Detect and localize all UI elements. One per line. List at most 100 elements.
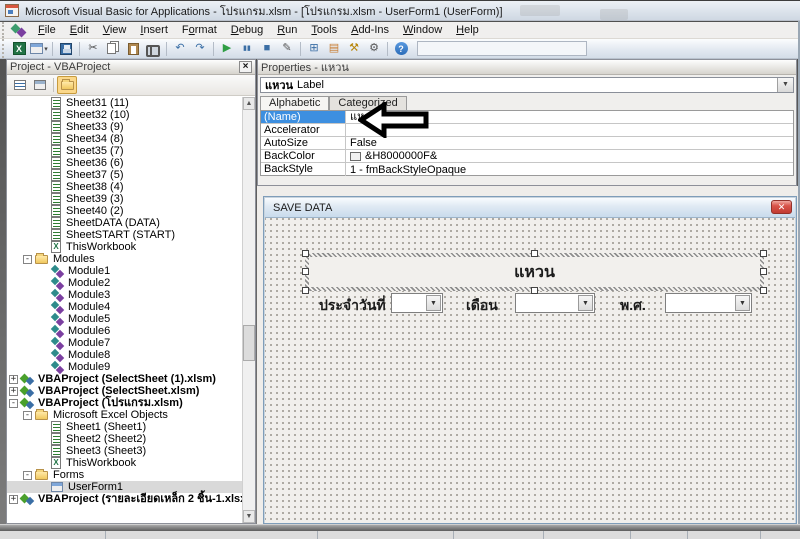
resize-handle[interactable] bbox=[302, 250, 309, 257]
expand-icon[interactable]: + bbox=[9, 387, 18, 396]
tree-item-module1[interactable]: Module1 bbox=[7, 265, 242, 277]
property-value[interactable]: &H8000000F& bbox=[346, 150, 793, 162]
project-explorer-button[interactable]: ⊞ bbox=[304, 40, 324, 58]
tree-item-sheet40-2-[interactable]: Sheet40 (2) bbox=[7, 205, 242, 217]
property-row-accelerator[interactable]: Accelerator bbox=[261, 124, 793, 137]
menu-item-edit[interactable]: Edit bbox=[63, 22, 96, 38]
userform-window-icon[interactable] bbox=[11, 24, 25, 36]
resize-handle[interactable] bbox=[531, 250, 538, 257]
property-row-name[interactable]: (Name)แหวน bbox=[261, 111, 793, 124]
menu-item-view[interactable]: View bbox=[96, 22, 134, 38]
insert-userform-button[interactable]: ▾ bbox=[29, 40, 49, 58]
menu-item-run[interactable]: Run bbox=[270, 22, 304, 38]
object-selector-dropdown[interactable]: แหวน Label ▼ bbox=[260, 77, 794, 93]
tree-item-vbaproject-2-1-xlsx-[interactable]: +VBAProject (รายละเอียดเหล็ก 2 ชิ้น-1.xl… bbox=[7, 493, 242, 505]
tree-item-userform1[interactable]: UserForm1 bbox=[7, 481, 242, 493]
project-tree-scrollbar[interactable]: ▲ ▼ bbox=[242, 97, 255, 523]
userform-canvas[interactable]: แหวน ประจำวันที่ ▼ เดือน ▼ พ.ศ. ▼ bbox=[265, 218, 795, 523]
toolbox-button[interactable]: ⚒ bbox=[344, 40, 364, 58]
userform-close-icon[interactable]: ✕ bbox=[771, 200, 792, 214]
tree-item-vbaproject-xlsm-[interactable]: -VBAProject (โปรแกรม.xlsm) bbox=[7, 397, 242, 409]
month-combobox[interactable]: ▼ bbox=[515, 293, 595, 313]
tree-item-thisworkbook[interactable]: XThisWorkbook bbox=[7, 457, 242, 469]
tree-item-module6[interactable]: Module6 bbox=[7, 325, 242, 337]
properties-window-button[interactable]: ▤ bbox=[324, 40, 344, 58]
scrollbar-thumb[interactable] bbox=[243, 325, 255, 361]
close-icon[interactable]: × bbox=[239, 61, 252, 73]
property-row-autosize[interactable]: AutoSizeFalse bbox=[261, 137, 793, 150]
tree-item-module2[interactable]: Module2 bbox=[7, 277, 242, 289]
property-row-backstyle[interactable]: BackStyle1 - fmBackStyleOpaque bbox=[261, 163, 793, 176]
tree-item-modules[interactable]: -Modules bbox=[7, 253, 242, 265]
find-button[interactable] bbox=[143, 40, 163, 58]
cut-button[interactable]: ✂ bbox=[83, 40, 103, 58]
paste-button[interactable] bbox=[123, 40, 143, 58]
expand-icon[interactable]: + bbox=[9, 495, 18, 504]
copy-button[interactable] bbox=[103, 40, 123, 58]
tree-item-forms[interactable]: -Forms bbox=[7, 469, 242, 481]
day-combobox[interactable]: ▼ bbox=[391, 293, 443, 313]
undo-button[interactable]: ↶ bbox=[170, 40, 190, 58]
tree-item-module8[interactable]: Module8 bbox=[7, 349, 242, 361]
tree-item-sheet34-8-[interactable]: Sheet34 (8) bbox=[7, 133, 242, 145]
resize-handle[interactable] bbox=[760, 268, 767, 275]
reset-button[interactable]: ■ bbox=[257, 40, 277, 58]
property-value[interactable]: 1 - fmBackStyleOpaque bbox=[346, 163, 793, 176]
redo-button[interactable]: ↷ bbox=[190, 40, 210, 58]
menu-item-window[interactable]: Window bbox=[396, 22, 449, 38]
tree-item-sheet38-4-[interactable]: Sheet38 (4) bbox=[7, 181, 242, 193]
help-button[interactable]: ? bbox=[391, 40, 411, 58]
tree-item-sheetstart-start-[interactable]: SheetSTART (START) bbox=[7, 229, 242, 241]
tree-item-module7[interactable]: Module7 bbox=[7, 337, 242, 349]
save-button[interactable] bbox=[56, 40, 76, 58]
tree-item-sheet39-3-[interactable]: Sheet39 (3) bbox=[7, 193, 242, 205]
year-combobox[interactable]: ▼ bbox=[665, 293, 752, 313]
tree-item-sheet33-9-[interactable]: Sheet33 (9) bbox=[7, 121, 242, 133]
tree-item-sheet1-sheet1-[interactable]: Sheet1 (Sheet1) bbox=[7, 421, 242, 433]
tree-item-module3[interactable]: Module3 bbox=[7, 289, 242, 301]
object-browser-button[interactable]: ⚙ bbox=[364, 40, 384, 58]
tree-item-module9[interactable]: Module9 bbox=[7, 361, 242, 373]
menubar-grip[interactable] bbox=[2, 22, 7, 38]
chevron-down-icon[interactable]: ▼ bbox=[735, 295, 750, 311]
resize-handle[interactable] bbox=[760, 250, 767, 257]
view-object-button[interactable] bbox=[30, 76, 50, 94]
resize-handle[interactable] bbox=[531, 287, 538, 294]
tree-item-sheet35-7-[interactable]: Sheet35 (7) bbox=[7, 145, 242, 157]
resize-handle[interactable] bbox=[302, 268, 309, 275]
scroll-down-icon[interactable]: ▼ bbox=[243, 510, 255, 523]
design-mode-button[interactable]: ✎ bbox=[277, 40, 297, 58]
chevron-down-icon[interactable]: ▼ bbox=[578, 295, 593, 311]
chevron-down-icon[interactable]: ▼ bbox=[426, 295, 441, 311]
property-value[interactable]: False bbox=[346, 137, 793, 149]
break-button[interactable]: ▮▮ bbox=[237, 40, 257, 58]
tree-item-vbaproject-selectsheet-xlsm-[interactable]: +VBAProject (SelectSheet.xlsm) bbox=[7, 385, 242, 397]
resize-handle[interactable] bbox=[302, 287, 309, 294]
menu-item-insert[interactable]: Insert bbox=[133, 22, 175, 38]
scroll-up-icon[interactable]: ▲ bbox=[243, 97, 255, 110]
toolbar-grip[interactable] bbox=[2, 39, 7, 58]
tree-item-sheet37-5-[interactable]: Sheet37 (5) bbox=[7, 169, 242, 181]
run-button[interactable]: ▶ bbox=[217, 40, 237, 58]
menu-item-format[interactable]: Format bbox=[175, 22, 224, 38]
collapse-icon[interactable]: - bbox=[23, 255, 32, 264]
menu-item-tools[interactable]: Tools bbox=[304, 22, 344, 38]
tree-item-sheetdata-data-[interactable]: SheetDATA (DATA) bbox=[7, 217, 242, 229]
collapse-icon[interactable]: - bbox=[23, 411, 32, 420]
tree-item-sheet31-11-[interactable]: Sheet31 (11) bbox=[7, 97, 242, 109]
menu-item-file[interactable]: File bbox=[31, 22, 63, 38]
collapse-icon[interactable]: - bbox=[9, 399, 18, 408]
selected-label-control[interactable]: แหวน bbox=[305, 253, 764, 291]
tree-item-module4[interactable]: Module4 bbox=[7, 301, 242, 313]
tree-item-module5[interactable]: Module5 bbox=[7, 313, 242, 325]
property-row-backcolor[interactable]: BackColor&H8000000F& bbox=[261, 150, 793, 163]
collapse-icon[interactable]: - bbox=[23, 471, 32, 480]
expand-icon[interactable]: + bbox=[9, 375, 18, 384]
toggle-folders-button[interactable] bbox=[57, 76, 77, 94]
resize-handle[interactable] bbox=[760, 287, 767, 294]
menu-item-debug[interactable]: Debug bbox=[224, 22, 270, 38]
tree-item-thisworkbook[interactable]: XThisWorkbook bbox=[7, 241, 242, 253]
tab-alphabetic[interactable]: Alphabetic bbox=[260, 96, 329, 110]
tree-item-microsoft-excel-objects[interactable]: -Microsoft Excel Objects bbox=[7, 409, 242, 421]
userform-title-bar[interactable]: SAVE DATA bbox=[265, 198, 795, 218]
